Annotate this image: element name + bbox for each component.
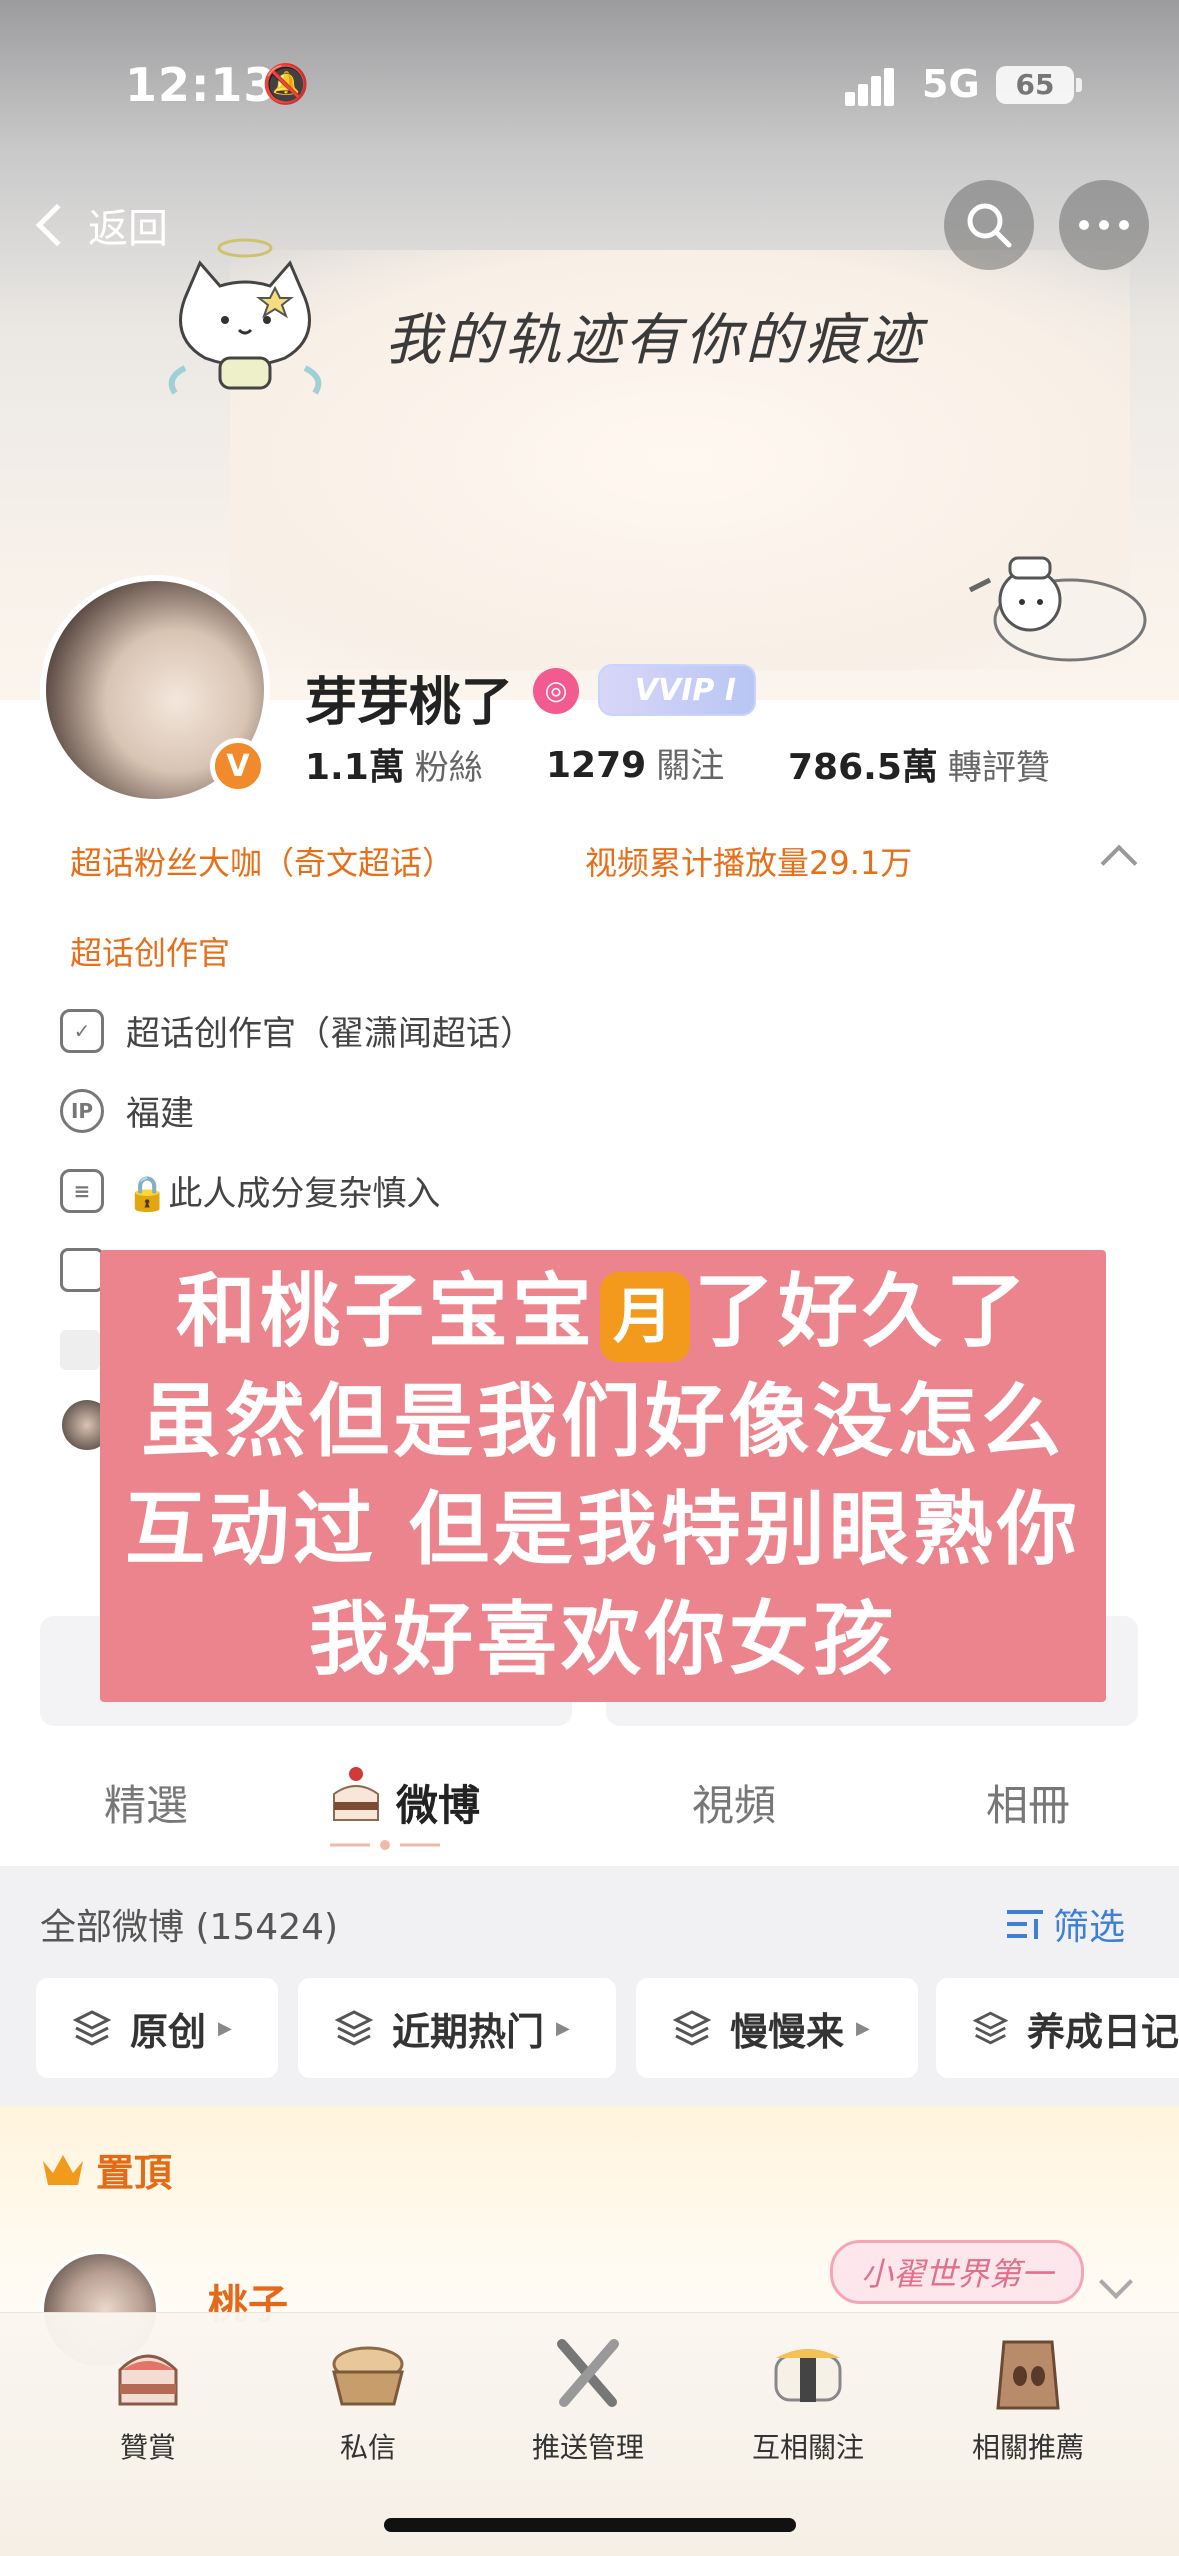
tab-featured[interactable]: 精選 <box>104 1772 188 1833</box>
info-text: 福建 <box>126 1094 194 1134</box>
toolbar-tip[interactable]: 贊賞 <box>48 2322 248 2466</box>
layers-icon <box>334 2010 374 2046</box>
overlay-message: 和桃子宝宝月了好久了 虽然但是我们好像没怎么 互动过 但是我特别眼熟你 我好喜欢… <box>100 1250 1106 1702</box>
verified-badge-icon: V <box>210 738 266 794</box>
toolbar-related[interactable]: 相關推薦 <box>928 2322 1128 2466</box>
coffee-bag-icon <box>996 2340 1060 2410</box>
info-row-ip: IP 福建 <box>60 1086 194 1135</box>
overlay-line-3: 互动过 但是我特别眼熟你 <box>125 1483 1081 1576</box>
toolbar-push-settings[interactable]: 推送管理 <box>488 2322 688 2466</box>
badge-video-plays[interactable]: 视频累计播放量29.1万 <box>585 838 912 884</box>
layers-icon <box>72 2010 112 2046</box>
filter-label: 筛选 <box>1053 1907 1126 1948</box>
filter-icon <box>1007 1910 1043 1939</box>
caret-right-icon: ▶ <box>556 2017 570 2039</box>
cake-icon <box>118 2354 178 2406</box>
signal-icon <box>845 64 907 106</box>
overlay-text: 和桃子宝宝 <box>176 1265 596 1358</box>
chip-label: 养成日记 <box>1026 2009 1179 2054</box>
overlay-line-2: 虽然但是我们好像没怎么 <box>141 1375 1065 1468</box>
chip-label: 原创 <box>130 2009 207 2054</box>
home-indicator[interactable] <box>384 2518 796 2532</box>
info-row-bio: ≡ 🔒此人成分复杂慎入 <box>60 1166 440 1215</box>
stat-value: 786.5萬 <box>788 747 938 788</box>
toolbar-label: 贊賞 <box>119 2431 176 2464</box>
stat-value: 1.1萬 <box>305 747 405 788</box>
overlay-text: 了好久了 <box>694 1265 1030 1358</box>
document-icon: ≡ <box>60 1168 104 1213</box>
pinned-label: 置頂 <box>40 2142 172 2197</box>
cat-angel-sticker-icon <box>168 238 322 395</box>
battery-icon: 65 <box>996 66 1074 104</box>
super-topic-icon[interactable]: ◎ <box>533 668 579 714</box>
banner-motto: 我的轨迹有你的痕迹 <box>385 308 925 373</box>
vip-badge[interactable]: VVIP I <box>598 664 756 716</box>
search-icon <box>967 203 1012 248</box>
stat-reposts-likes[interactable]: 786.5萬 轉評贊 <box>788 738 1050 790</box>
stat-followers[interactable]: 1.1萬 粉絲 <box>305 738 483 790</box>
caret-right-icon: ▶ <box>218 2017 232 2039</box>
chip-original[interactable]: 原创 ▶ <box>36 1978 278 2078</box>
bread-basket-icon <box>332 2346 404 2406</box>
tab-videos[interactable]: 視頻 <box>692 1772 776 1833</box>
toolbar-mutual-follow[interactable]: 互相關注 <box>708 2322 908 2466</box>
dot <box>1119 220 1129 230</box>
ip-icon: IP <box>60 1088 104 1133</box>
post-tagline-badge: 小翟世界第一 <box>830 2240 1085 2304</box>
chip-growth-diary[interactable]: 养成日记 <box>936 1978 1179 2078</box>
toolbar-label: 推送管理 <box>531 2431 644 2464</box>
moon-emoji-icon: 月 <box>600 1272 690 1363</box>
info-text: 🔒此人成分复杂慎入 <box>126 1174 441 1214</box>
stat-following[interactable]: 1279 關注 <box>546 738 724 787</box>
username: 芽芽桃了 <box>305 673 514 733</box>
chip-label: 近期热门 <box>392 2009 545 2054</box>
info-row-creator: ✓ 超话创作官（翟潇闻超话） <box>60 1006 534 1055</box>
feed-count: 全部微博 (15424) <box>40 1907 339 1948</box>
tab-albums[interactable]: 相冊 <box>986 1772 1070 1833</box>
stat-value: 1279 <box>546 745 647 786</box>
sushi-icon <box>774 2349 842 2402</box>
status-time: 12:13 <box>125 58 277 112</box>
battery-tip <box>1076 78 1082 92</box>
network-type: 5G <box>922 62 980 106</box>
chip-take-it-slow[interactable]: 慢慢来 ▶ <box>636 1978 918 2078</box>
caret-right-icon: ▶ <box>856 2017 870 2039</box>
shield-icon: ✓ <box>60 1008 104 1053</box>
dot <box>1079 220 1089 230</box>
toolbar-label: 互相關注 <box>751 2431 864 2464</box>
hidden-row-marker <box>60 1330 100 1370</box>
utensils-icon <box>557 2339 619 2407</box>
crown-icon <box>43 2154 83 2185</box>
info-text: 超话创作官（翟潇闻超话） <box>126 1014 534 1054</box>
sheep-chef-sticker-icon <box>968 556 1147 662</box>
cake-icon <box>326 1764 386 1828</box>
chevron-left-icon <box>35 203 79 247</box>
dot <box>1099 220 1109 230</box>
pinned-text: 置頂 <box>96 2151 173 2195</box>
mute-bell-icon: 🔕 <box>262 62 310 106</box>
collapse-chevron-up-icon[interactable] <box>1100 844 1138 882</box>
chip-label: 慢慢来 <box>730 2009 845 2054</box>
overlay-line-4: 我好喜欢你女孩 <box>309 1593 897 1686</box>
tab-underline-paw-icon <box>330 1840 440 1850</box>
document-icon <box>60 1248 104 1292</box>
toolbar-label: 相關推薦 <box>971 2431 1084 2464</box>
filter-button[interactable]: 筛选 <box>1005 1898 1125 1950</box>
tab-weibo[interactable]: 微博 <box>396 1772 480 1833</box>
toolbar-message[interactable]: 私信 <box>268 2322 468 2466</box>
badge-creator[interactable]: 超话创作官 <box>70 928 230 974</box>
search-button[interactable] <box>944 180 1034 270</box>
chip-recent-hot[interactable]: 近期热门 ▶ <box>298 1978 616 2078</box>
stat-label: 轉評贊 <box>947 748 1050 788</box>
toolbar-label: 私信 <box>339 2431 396 2464</box>
stat-label: 粉絲 <box>414 748 483 788</box>
stat-label: 關注 <box>656 746 725 786</box>
overlay-line-1: 和桃子宝宝月了好久了 <box>100 1262 1106 1363</box>
badge-super-fan[interactable]: 超话粉丝大咖（奇文超话） <box>70 838 454 884</box>
more-button[interactable] <box>1059 180 1149 270</box>
layers-icon <box>972 2011 1009 2045</box>
layers-icon <box>672 2010 712 2046</box>
